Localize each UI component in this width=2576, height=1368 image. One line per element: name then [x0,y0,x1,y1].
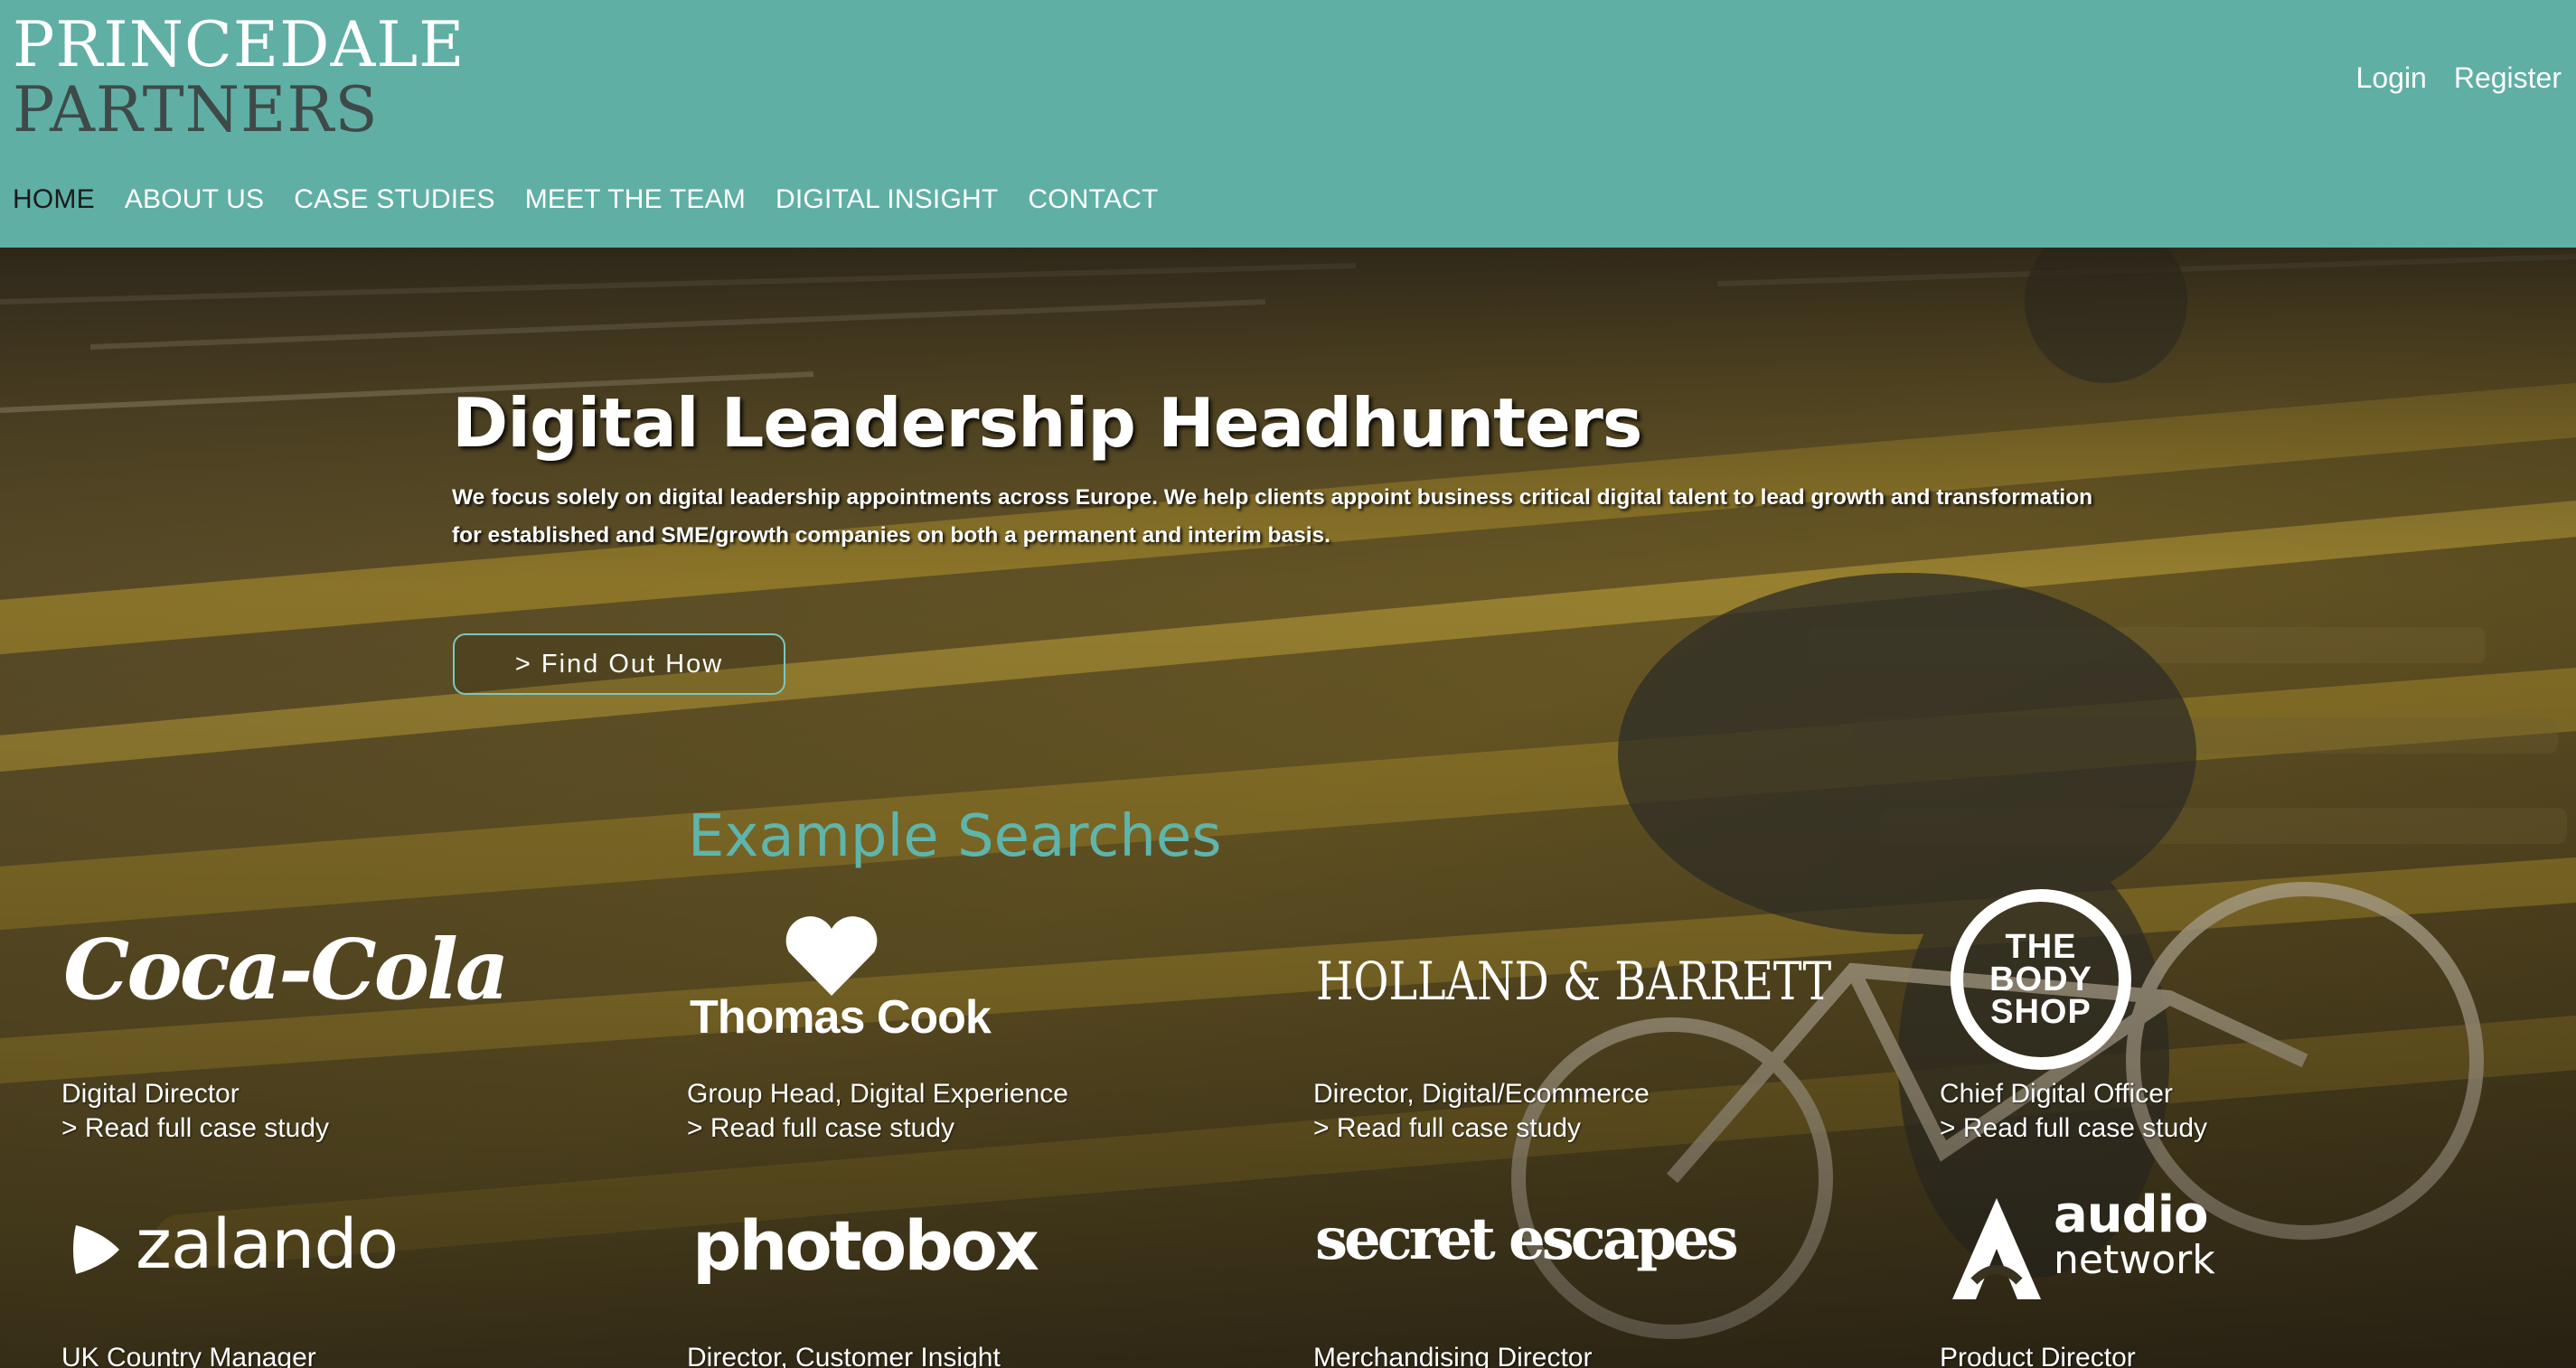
register-link[interactable]: Register [2454,61,2562,95]
nav-case-studies[interactable]: CASE STUDIES [294,184,494,215]
audio-network-line: audio [2054,1185,2208,1244]
site-header: PRINCEDALE PARTNERS Login Register HOME … [0,0,2576,248]
find-out-how-button[interactable]: > Find Out How [453,633,785,695]
body-shop-logo[interactable]: THE BODY SHOP [1951,889,2131,1070]
photobox-logo[interactable]: photobox [692,1205,1039,1286]
hero-section: Digital Leadership Headhunters We focus … [0,248,2576,1368]
role-title: Director, Digital/Ecommerce [1313,1079,1650,1109]
case-secret-escapes: Merchandising Director [1313,1341,1592,1368]
holland-barrett-logo[interactable]: HOLLAND & BARRETT [1316,951,1831,1012]
read-case-study-link[interactable]: > Read full case study [1313,1111,1650,1146]
role-title: Digital Director [61,1079,240,1109]
brand-line-2: PARTNERS [13,74,379,146]
case-photobox: Director, Customer Insight [687,1341,1001,1368]
read-case-study-link[interactable]: > Read full case study [61,1111,329,1146]
read-case-study-link[interactable]: > Read full case study [687,1111,1068,1146]
role-title: Merchandising Director [1313,1343,1593,1368]
heart-icon [785,916,878,996]
case-holland-barrett: Director, Digital/Ecommerce > Read full … [1313,1077,1650,1146]
case-coca-cola: Digital Director > Read full case study [61,1077,329,1146]
read-case-study-link[interactable]: > Read full case study [1940,1111,2207,1146]
nav-digital-insight[interactable]: DIGITAL INSIGHT [776,184,998,215]
login-link[interactable]: Login [2356,61,2427,95]
example-searches-title: Example Searches [688,803,1222,870]
case-body-shop: Chief Digital Officer > Read full case s… [1940,1077,2207,1146]
case-zalando: UK Country Manager [61,1341,316,1368]
nav-contact[interactable]: CONTACT [1028,184,1158,215]
body-shop-logo-line: THE [2005,928,2077,966]
secret-escapes-logo[interactable]: secret escapes [1315,1205,1739,1273]
case-audio-network: Product Director [1940,1341,2136,1368]
role-title: Director, Customer Insight [687,1343,1001,1368]
body-shop-logo-line: SHOP [1990,993,2092,1031]
auth-links: Login Register [2356,61,2562,95]
thomas-cook-logo[interactable]: Thomas Cook [690,990,992,1045]
nav-meet-the-team[interactable]: MEET THE TEAM [525,184,746,215]
brand-logo[interactable]: PRINCEDALE PARTNERS [13,13,465,143]
role-title: Product Director [1940,1343,2136,1368]
role-title: Group Head, Digital Experience [687,1079,1068,1109]
brand-line-1: PRINCEDALE [13,9,465,81]
hero-headline: Digital Leadership Headhunters [452,383,1642,463]
role-title: UK Country Manager [61,1343,316,1368]
role-title: Chief Digital Officer [1940,1079,2173,1109]
nav-home[interactable]: HOME [13,184,95,215]
zalando-logo[interactable]: zalando [136,1204,399,1284]
case-thomas-cook: Group Head, Digital Experience > Read fu… [687,1077,1068,1146]
body-shop-logo-line: BODY [1989,960,2092,998]
audio-network-logo[interactable]: audio network [2054,1185,2215,1283]
audio-network-line: network [2054,1237,2215,1283]
nav-about-us[interactable]: ABOUT US [125,184,264,215]
zalando-play-icon [73,1225,119,1274]
main-nav: HOME ABOUT US CASE STUDIES MEET THE TEAM… [13,184,1159,215]
hero-intro-text: We focus solely on digital leadership ap… [452,485,2093,548]
audio-network-mark-icon [1952,1198,2041,1299]
coca-cola-logo[interactable]: Coca-Cola [63,921,510,1018]
